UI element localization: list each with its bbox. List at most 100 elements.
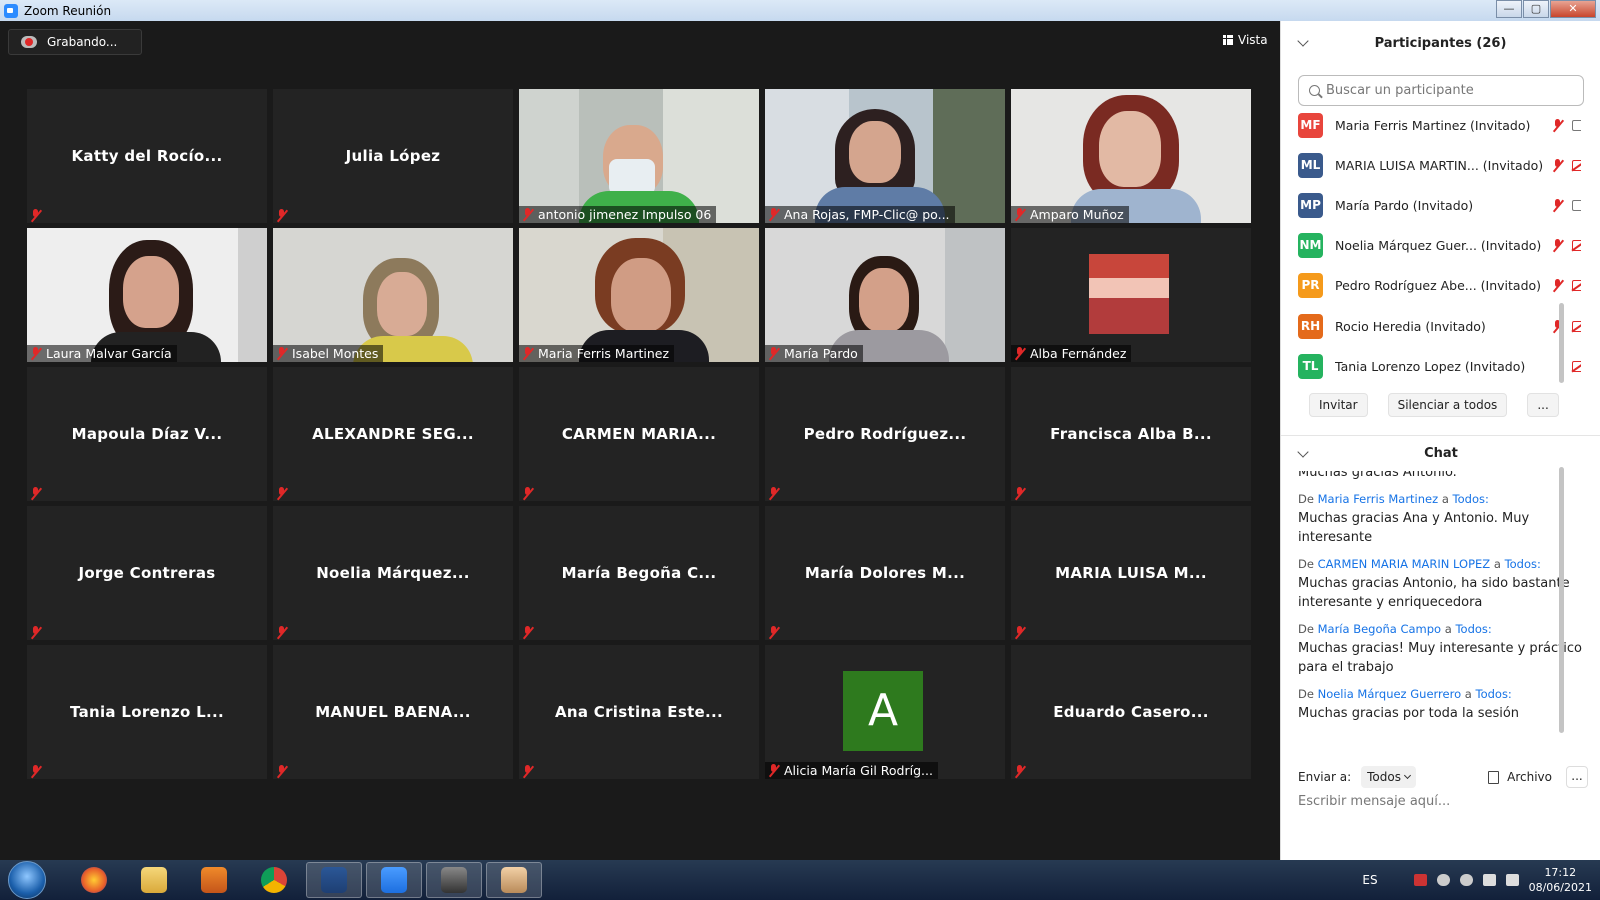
taskbar-app-button[interactable] [366,862,422,898]
video-off-icon[interactable] [1572,320,1581,332]
participant-tile[interactable]: Noelia Márquez... [273,506,513,640]
recording-indicator[interactable]: Grabando... [8,29,142,55]
participant-tile[interactable]: Isabel Montes [273,228,513,362]
video-off-icon[interactable] [1572,240,1581,252]
view-button[interactable]: Vista [1223,33,1268,47]
chat-message-partial: Muchas gracias Antonio. [1298,471,1583,482]
participant-tile[interactable]: Laura Malvar García [27,228,267,362]
chat-header[interactable]: Chat [1281,435,1600,471]
taskbar-app-button[interactable] [426,862,482,898]
chat-message-text: Muchas gracias por toda la sesión [1298,706,1520,721]
participant-tile[interactable]: Eduardo Casero... [1011,645,1251,779]
participant-name: MARIA LUISA M... [1055,564,1207,582]
video-on-icon[interactable] [1572,119,1581,131]
cloud-sync-icon[interactable] [1459,874,1473,886]
participant-row[interactable]: RH Rocio Heredia (Invitado) [1298,306,1581,346]
clock-date: 08/06/2021 [1528,881,1592,894]
chat-recipient[interactable]: Todos: [1453,492,1489,506]
chat-more-button[interactable]: ... [1566,766,1588,788]
close-button[interactable]: ✕ [1550,0,1596,18]
video-on-icon[interactable] [1572,199,1581,211]
participant-tile[interactable]: Alba Fernández [1011,228,1251,362]
chat-scrollbar[interactable] [1559,467,1564,747]
participant-row[interactable]: NM Noelia Márquez Guer... (Invitado) [1298,226,1581,266]
chevron-down-icon [1403,771,1412,780]
participant-tile[interactable]: antonio jimenez Impulso 06 [519,89,759,223]
participant-tile[interactable]: Pedro Rodríguez... [765,367,1005,501]
chat-sender[interactable]: CARMEN MARIA MARIN LOPEZ [1318,557,1491,571]
start-button[interactable] [8,861,46,899]
participant-tile[interactable]: Mapoula Díaz V... [27,367,267,501]
participant-tile[interactable]: Francisca Alba B... [1011,367,1251,501]
participant-name: Katty del Rocío... [71,147,223,165]
taskbar-app-button[interactable] [246,862,302,898]
taskbar-app-button[interactable] [186,862,242,898]
taskbar-app-button[interactable] [306,862,362,898]
chevron-down-icon[interactable] [1297,35,1309,47]
cloud-icon[interactable] [1436,874,1450,886]
participant-tile[interactable]: Katty del Rocío... [27,89,267,223]
paint-icon [501,867,527,893]
participant-tile[interactable]: Maria Ferris Martinez [519,228,759,362]
participant-tile[interactable]: Ana Rojas, FMP-Clic@ po... [765,89,1005,223]
muted-mic-icon [1014,208,1026,221]
taskbar-app-button[interactable] [66,862,122,898]
video-off-icon[interactable] [1572,360,1581,372]
participant-tile[interactable]: Amparo Muñoz [1011,89,1251,223]
participant-name-label: antonio jimenez Impulso 06 [519,206,717,223]
chat-sender[interactable]: María Begoña Campo [1318,622,1442,636]
taskbar-app-button[interactable] [486,862,542,898]
participant-row[interactable]: ML MARIA LUISA MARTIN... (Invitado) [1298,145,1581,185]
participant-tile[interactable]: Jorge Contreras [27,506,267,640]
taskbar-app-button[interactable] [126,862,182,898]
minimize-button[interactable]: — [1496,0,1522,18]
flag-icon[interactable] [1505,874,1519,886]
participant-row[interactable]: PR Pedro Rodríguez Abe... (Invitado) [1298,266,1581,306]
participant-name: Maria Ferris Martinez [538,346,670,361]
participant-search-input[interactable]: Buscar un participante [1298,75,1584,106]
participant-tile[interactable]: Tania Lorenzo L... [27,645,267,779]
muted-mic-icon [30,347,42,360]
participant-name-label: Alba Fernández [1011,345,1132,362]
participants-header[interactable]: Participantes (26) [1281,21,1600,65]
send-to-select[interactable]: Todos [1361,766,1416,788]
participant-tile[interactable]: MANUEL BAENA... [273,645,513,779]
participant-name-label: Laura Malvar García [27,345,177,362]
view-label: Vista [1238,33,1268,47]
chat-recipient[interactable]: Todos: [1505,557,1541,571]
clock[interactable]: 17:12 08/06/2021 [1529,865,1592,895]
participant-name: MARIA LUISA MARTIN... (Invitado) [1335,157,1544,173]
antivirus-icon[interactable] [1413,874,1427,886]
participant-row[interactable]: MP María Pardo (Invitado) [1298,185,1581,225]
chat-message-text: Muchas gracias Antonio, ha sido bastante… [1298,576,1570,610]
mute-all-button[interactable]: Silenciar a todos [1387,393,1508,417]
participant-tile[interactable]: A Alicia María Gil Rodríg... [765,645,1005,779]
participant-name: Mapoula Díaz V... [71,425,223,443]
participant-tile[interactable]: MARIA LUISA M... [1011,506,1251,640]
volume-icon[interactable] [1482,874,1496,886]
video-off-icon[interactable] [1572,159,1581,171]
participant-tile[interactable]: María Pardo [765,228,1005,362]
participant-tile[interactable]: Julia López [273,89,513,223]
participant-tile[interactable]: María Begoña C... [519,506,759,640]
invite-button[interactable]: Invitar [1309,393,1368,417]
chat-recipient[interactable]: Todos: [1476,687,1512,701]
chat-recipient[interactable]: Todos: [1455,622,1491,636]
muted-mic-icon [768,764,780,777]
participant-list-scrollbar[interactable] [1558,105,1564,395]
chat-message-input[interactable]: Escribir mensaje aquí... [1298,794,1450,809]
participant-tile[interactable]: CARMEN MARIA... [519,367,759,501]
participant-tile[interactable]: ALEXANDRE SEG... [273,367,513,501]
participant-name: MANUEL BAENA... [315,703,471,721]
chat-sender[interactable]: Maria Ferris Martinez [1318,492,1439,506]
participant-row[interactable]: TL Tania Lorenzo Lopez (Invitado) [1298,346,1581,386]
participant-row[interactable]: MF Maria Ferris Martinez (Invitado) [1298,108,1581,145]
language-indicator[interactable]: ES [1362,873,1377,887]
participant-tile[interactable]: María Dolores M... [765,506,1005,640]
video-off-icon[interactable] [1572,280,1581,292]
file-button[interactable]: Archivo [1488,770,1552,784]
participant-tile[interactable]: Ana Cristina Este... [519,645,759,779]
chat-sender[interactable]: Noelia Márquez Guerrero [1318,687,1462,701]
more-options-button[interactable]: ... [1527,393,1559,417]
maximize-button[interactable]: ▢ [1523,0,1549,18]
